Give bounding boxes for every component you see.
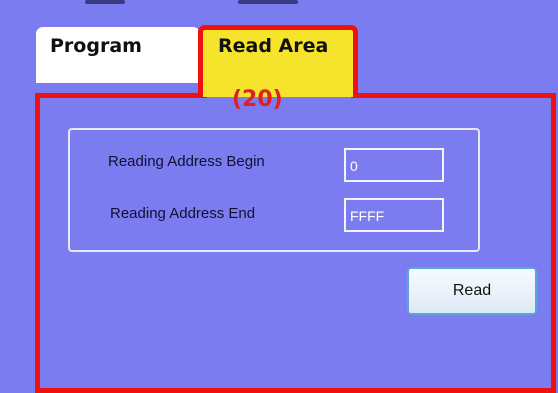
begin-address-label: Reading Address Begin [108, 153, 265, 170]
tab-program-label: Program [50, 35, 142, 57]
end-address-label: Reading Address End [110, 205, 256, 222]
tab-program[interactable]: Program [36, 27, 200, 83]
address-group [68, 128, 480, 252]
read-button-label: Read [452, 282, 492, 299]
top-fragment [85, 0, 125, 4]
end-address-field[interactable]: FFFF [344, 198, 444, 232]
top-strip [0, 0, 558, 10]
top-fragment [238, 0, 298, 4]
read-button[interactable]: Read [407, 267, 537, 315]
callout-number: (20) [232, 87, 283, 112]
begin-address-field[interactable]: 0 [344, 148, 444, 182]
tab-read-area-label: Read Area [218, 35, 329, 57]
